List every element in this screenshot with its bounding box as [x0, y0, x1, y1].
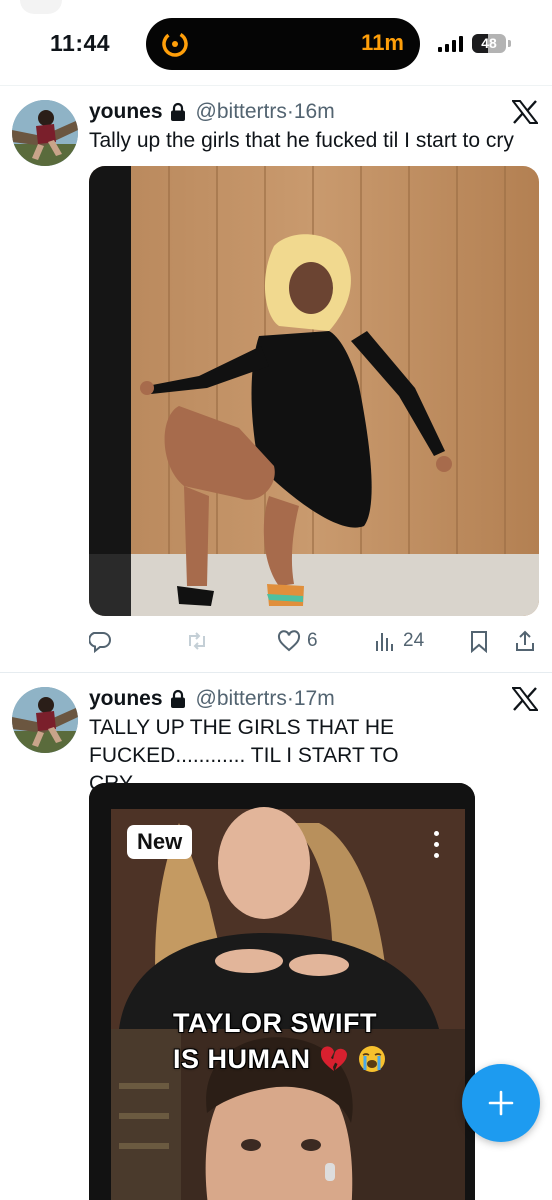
status-time: 11:44 [50, 30, 111, 56]
timer-remaining: 11m [361, 30, 404, 55]
reply-button[interactable] [89, 626, 119, 656]
tweet[interactable]: younes @bittertrs · 16m Tally up the gir… [0, 86, 552, 672]
previous-item-edge [20, 0, 62, 14]
tweet-text: Tally up the girls that he fucked til I … [89, 129, 514, 152]
bookmark-icon [471, 631, 487, 653]
like-count: 6 [307, 630, 318, 651]
broken-heart-icon [320, 1046, 347, 1071]
view-count: 24 [403, 630, 425, 651]
new-badge: New [127, 825, 193, 859]
tweet-header: younes @bittertrs · 16m [89, 98, 335, 126]
display-name[interactable]: younes [89, 687, 163, 711]
views-button[interactable]: 24 [373, 626, 424, 656]
caption-line-2: IS HUMAN [173, 1044, 311, 1074]
status-bar: 11:44 11m 48 [0, 0, 552, 86]
avatar[interactable] [12, 687, 78, 753]
timestamp[interactable]: 16m [294, 100, 335, 124]
avatar-image [12, 100, 78, 166]
share-button[interactable] [513, 626, 537, 656]
timer-ring-icon [162, 31, 188, 57]
video-caption: TAYLOR SWIFT IS HUMAN [173, 1005, 387, 1077]
timestamp[interactable]: 17m [294, 687, 335, 711]
tweet-video-screenshot[interactable]: New TAYLOR SWIFT IS HUMAN [89, 783, 475, 1200]
tweet-photo[interactable] [89, 166, 539, 616]
handle[interactable]: @bittertrs [196, 100, 287, 124]
plus-icon [488, 1090, 514, 1116]
heart-outline-icon [277, 630, 301, 652]
display-name[interactable]: younes [89, 100, 163, 124]
like-button[interactable]: 6 [277, 626, 318, 656]
compose-button[interactable] [462, 1064, 540, 1142]
reply-icon [89, 632, 111, 653]
bookmark-button[interactable] [467, 626, 491, 656]
lock-icon [170, 102, 185, 121]
cellular-signal-icon [438, 36, 464, 52]
retweet-icon [189, 632, 205, 650]
avatar-image [12, 687, 78, 753]
separator: · [286, 100, 294, 123]
handle[interactable]: @bittertrs [196, 687, 287, 711]
tweet-header: younes @bittertrs · 17m [89, 685, 335, 713]
tweet-actions: 6 24 [89, 626, 539, 656]
battery-percent: 48 [481, 35, 497, 51]
x-logo-icon[interactable] [512, 687, 538, 711]
battery-icon: 48 [472, 34, 506, 53]
separator: · [286, 687, 294, 710]
loudly-crying-face-icon [358, 1046, 385, 1072]
dynamic-island[interactable]: 11m [146, 18, 420, 70]
photo-image [89, 166, 539, 616]
caption-line-1: TAYLOR SWIFT [173, 1008, 377, 1038]
bar-chart-icon [376, 633, 393, 651]
battery-tip [508, 40, 511, 47]
caption-line-2-row: IS HUMAN [173, 1041, 387, 1077]
x-logo-icon[interactable] [512, 100, 538, 124]
retweet-button[interactable] [185, 626, 215, 656]
more-options-icon [429, 831, 443, 861]
lock-icon [170, 689, 185, 708]
share-icon [516, 630, 534, 651]
avatar[interactable] [12, 100, 78, 166]
